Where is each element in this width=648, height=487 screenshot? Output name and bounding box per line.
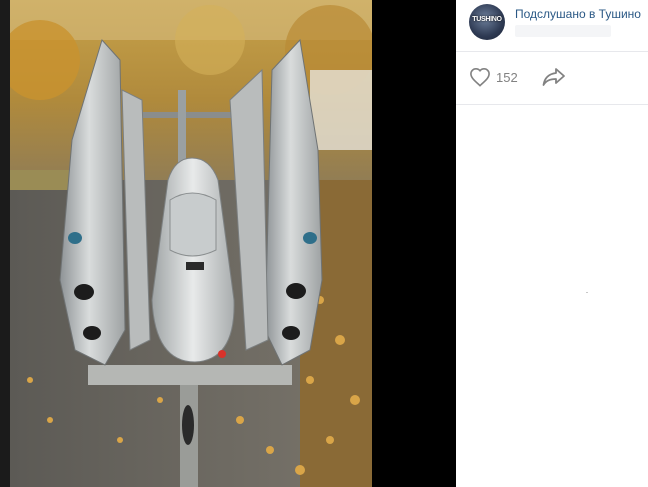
scroll-marker [586, 292, 588, 293]
group-avatar[interactable]: TUSHINO [469, 4, 505, 40]
photo-glider-trailer [10, 0, 372, 487]
post-header: TUSHINO Подслушано в Тушино [456, 0, 648, 52]
group-name-link[interactable]: Подслушано в Тушино [515, 7, 641, 21]
like-count: 152 [496, 70, 518, 85]
share-button[interactable] [542, 67, 566, 89]
like-button[interactable]: 152 [469, 67, 539, 89]
viewer-backdrop-gap [372, 0, 456, 487]
post-side-panel: TUSHINO Подслушано в Тушино 152 [456, 0, 648, 487]
viewer-backdrop-left [0, 0, 10, 487]
share-arrow-icon [542, 68, 565, 86]
post-actions: 152 [456, 52, 648, 105]
avatar-logo-text: TUSHINO [472, 16, 502, 23]
post-photo[interactable] [10, 0, 372, 487]
post-date-placeholder [515, 25, 611, 37]
heart-icon [470, 67, 490, 87]
